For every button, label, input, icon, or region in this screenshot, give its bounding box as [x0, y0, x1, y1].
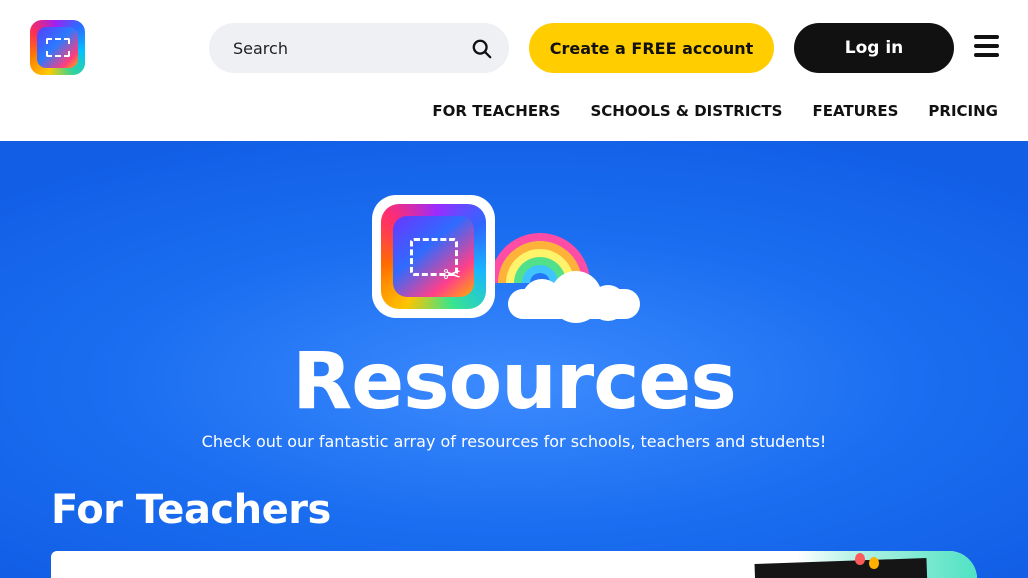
nav-item-for-teachers[interactable]: FOR TEACHERS [432, 102, 560, 124]
main-nav: FOR TEACHERS SCHOOLS & DISTRICTS FEATURE… [432, 102, 998, 124]
menu-bar [974, 53, 999, 57]
cloud-illustration [508, 271, 640, 323]
teacher-resource-card[interactable] [51, 551, 977, 578]
card-illustration [727, 551, 977, 578]
search-box[interactable] [209, 23, 509, 73]
app-icon-core: ✂ [393, 216, 474, 297]
menu-bar [974, 44, 999, 48]
hero-section: ✂ Resources Check out our fantastic arra… [0, 141, 1028, 578]
balloon-icon [855, 553, 865, 565]
logo-inner [37, 27, 78, 68]
book-creator-logo-icon[interactable] [30, 20, 85, 75]
search-input[interactable] [233, 36, 463, 60]
scissors-icon: ✂ [443, 263, 462, 288]
create-free-account-button[interactable]: Create a FREE account [529, 23, 774, 73]
hero-illustration: ✂ [372, 195, 642, 323]
login-button[interactable]: Log in [794, 23, 954, 73]
search-icon[interactable] [471, 38, 493, 60]
nav-item-features[interactable]: FEATURES [812, 102, 898, 124]
book-creator-app-icon: ✂ [372, 195, 495, 318]
hamburger-menu-icon[interactable] [974, 35, 999, 59]
app-icon-gradient: ✂ [381, 204, 486, 309]
menu-bar [974, 35, 999, 39]
balloon-icon [869, 557, 879, 569]
nav-item-schools-districts[interactable]: SCHOOLS & DISTRICTS [590, 102, 782, 124]
page-title: Resources [292, 337, 737, 427]
logo-book-shape [46, 38, 70, 57]
page-subtitle: Check out our fantastic array of resourc… [201, 432, 827, 451]
book-illustration [754, 558, 928, 578]
site-header: Create a FREE account Log in FOR TEACHER… [0, 0, 1028, 141]
section-title-for-teachers: For Teachers [51, 487, 331, 533]
nav-item-pricing[interactable]: PRICING [928, 102, 998, 124]
